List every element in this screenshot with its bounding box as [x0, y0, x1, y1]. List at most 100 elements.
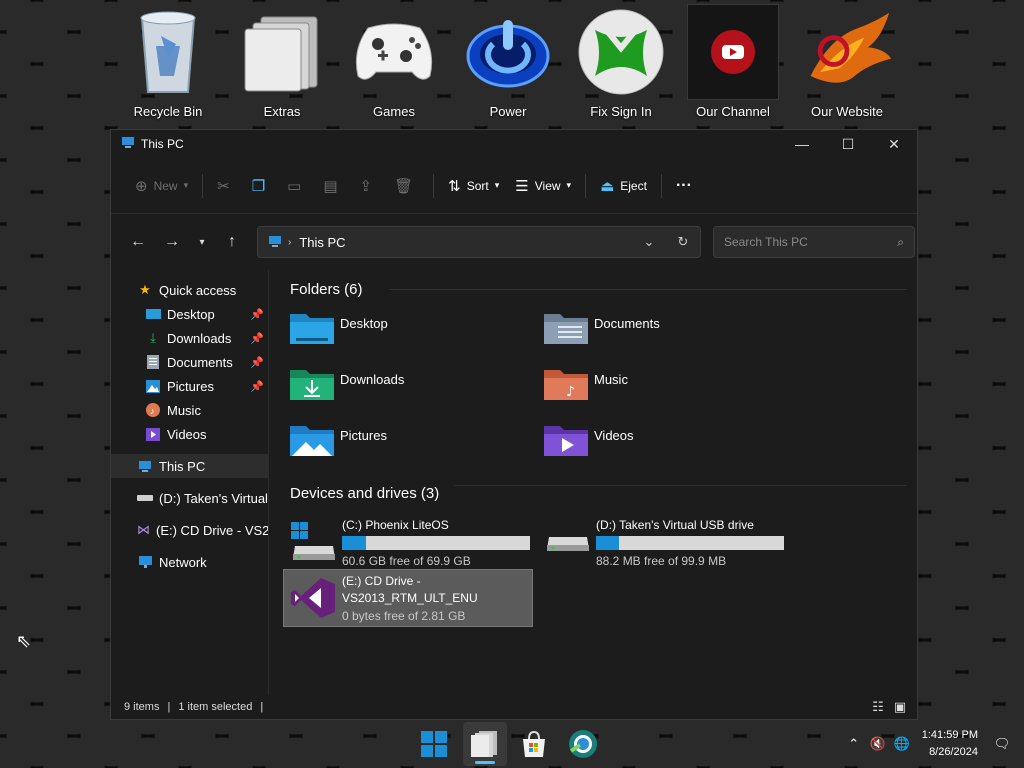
eject-label: Eject	[620, 178, 647, 193]
details-view-button[interactable]: ☷	[867, 699, 889, 715]
desktop-icon-power[interactable]: Power	[453, 4, 563, 126]
nav-label: Quick access	[159, 282, 237, 298]
divider	[454, 485, 907, 486]
folder-documents[interactable]: Documents	[544, 310, 798, 366]
star-icon: ★	[139, 282, 151, 297]
tiles-view-button[interactable]: ▣	[889, 699, 911, 715]
notifications-icon[interactable]: 🗨	[990, 736, 1014, 752]
folder-videos[interactable]: Videos	[544, 422, 798, 478]
command-bar: ⊕ New ▾ ✂ ❐ ▭ ▤ ⇪ 🗑 ⇅ Sort ▾ ☰ View ▾ ⏏ …	[111, 158, 917, 214]
arrow-right-icon: →	[164, 233, 180, 250]
gamepad-icon	[348, 4, 440, 100]
nav-downloads[interactable]: ⤓ Downloads 📌	[111, 326, 268, 350]
arrow-left-icon: ←	[130, 233, 146, 250]
network-icon	[137, 554, 153, 570]
this-pc-icon	[268, 234, 282, 251]
more-icon: ···	[675, 176, 692, 194]
taskbar-store[interactable]	[512, 722, 556, 766]
drive-free-space: 60.6 GB free of 69.9 GB	[342, 554, 471, 568]
file-explorer-window: This PC — ☐ ✕ ⊕ New ▾ ✂ ❐ ▭ ▤ ⇪ 🗑 ⇅ Sort…	[110, 129, 918, 720]
start-button[interactable]	[412, 722, 456, 766]
globe-icon[interactable]: 🌐	[890, 736, 914, 752]
desktop-icon-fix-sign-in[interactable]: Fix Sign In	[566, 4, 676, 126]
folder-pictures[interactable]: Pictures	[290, 422, 544, 478]
paste-button[interactable]: ▭	[279, 170, 315, 202]
nav-documents[interactable]: Documents 📌	[111, 350, 268, 374]
address-bar[interactable]: › This PC ⌄ ↻	[257, 226, 701, 258]
taskbar-file-explorer[interactable]	[463, 722, 507, 766]
drive-c[interactable]: (C:) Phoenix LiteOS 60.6 GB free of 69.9…	[290, 514, 544, 570]
phoenix-logo-icon	[801, 4, 893, 100]
folder-label: Music	[594, 372, 628, 387]
chevron-down-icon: ▾	[494, 180, 500, 190]
new-button[interactable]: ⊕ New ▾	[127, 170, 196, 202]
desktop-icon-our-website[interactable]: Our Website	[792, 4, 902, 126]
desktop-icon-our-channel[interactable]: Our Channel	[678, 4, 788, 126]
more-options-button[interactable]: ···	[668, 170, 700, 202]
nav-drive-d[interactable]: (D:) Taken's Virtual U	[111, 486, 268, 510]
nav-music[interactable]: ♪ Music	[111, 398, 268, 422]
nav-network[interactable]: Network	[111, 550, 268, 574]
copy-icon: ❐	[251, 177, 266, 195]
status-bar: 9 items | 1 item selected | ☷ ▣	[111, 695, 917, 719]
nav-label: (D:) Taken's Virtual U	[159, 490, 268, 506]
desktop-icon-recycle-bin[interactable]: Recycle Bin	[113, 4, 223, 126]
folder-music[interactable]: ♪ Music	[544, 366, 798, 422]
back-button[interactable]: ←	[121, 226, 155, 258]
chevron-right-icon: ›	[288, 236, 292, 248]
nav-label: Pictures	[167, 378, 214, 394]
clock[interactable]: 1:41:59 PM 8/26/2024	[922, 727, 978, 761]
folder-downloads[interactable]: Downloads	[290, 366, 544, 422]
search-input[interactable]	[724, 235, 898, 249]
drive-d[interactable]: (D:) Taken's Virtual USB drive 88.2 MB f…	[544, 514, 798, 570]
share-button[interactable]: ⇪	[352, 170, 387, 202]
view-button[interactable]: ☰ View ▾	[507, 170, 579, 202]
folder-desktop[interactable]: Desktop	[290, 310, 544, 366]
maximize-button[interactable]: ☐	[825, 130, 871, 158]
speaker-muted-icon[interactable]: 🔇	[866, 736, 890, 752]
rename-button[interactable]: ▤	[315, 170, 351, 202]
trash-icon: 🗑	[394, 177, 414, 195]
sort-icon: ⇅	[448, 177, 461, 195]
forward-button[interactable]: →	[155, 226, 189, 258]
nav-drive-e[interactable]: ⋈ (E:) CD Drive - VS20	[111, 518, 268, 542]
nav-quick-access[interactable]: ★ Quick access	[111, 278, 268, 302]
breadcrumb[interactable]: This PC	[299, 235, 345, 250]
desktop-icon-extras[interactable]: Extras	[227, 4, 337, 126]
drive-name: (E:) CD Drive -	[342, 574, 421, 588]
show-hidden-icons-button[interactable]: ⌃	[842, 736, 866, 752]
nav-label: This PC	[159, 458, 206, 474]
divider	[585, 173, 587, 198]
close-button[interactable]: ✕	[871, 130, 917, 158]
drives-grid: (C:) Phoenix LiteOS 60.6 GB free of 69.9…	[283, 514, 917, 627]
refresh-button[interactable]: ↻	[666, 234, 700, 250]
cut-button[interactable]: ✂	[209, 170, 244, 202]
nav-desktop[interactable]: Desktop 📌	[111, 302, 268, 326]
nav-pictures[interactable]: Pictures 📌	[111, 374, 268, 398]
recent-locations-button[interactable]: ▾	[189, 226, 215, 258]
copy-button[interactable]: ❐	[244, 170, 279, 202]
nav-this-pc[interactable]: This PC	[111, 454, 268, 478]
nav-videos[interactable]: Videos	[111, 422, 268, 446]
taskbar-browser[interactable]	[561, 722, 605, 766]
desktop-icon-games[interactable]: Games	[339, 4, 449, 126]
divider	[433, 173, 435, 198]
file-explorer-icon	[471, 731, 497, 757]
youtube-icon	[687, 4, 779, 100]
view-label: View	[534, 178, 561, 193]
delete-button[interactable]: 🗑	[386, 170, 427, 202]
address-history-button[interactable]: ⌄	[632, 234, 666, 250]
search-box[interactable]: ⌕	[713, 226, 915, 258]
minimize-button[interactable]: —	[779, 130, 825, 158]
usb-drive-icon	[137, 490, 153, 506]
music-icon: ♪	[145, 402, 161, 418]
sort-button[interactable]: ⇅ Sort ▾	[440, 170, 507, 202]
title-bar[interactable]: This PC — ☐ ✕	[111, 130, 917, 158]
this-pc-icon	[137, 458, 153, 474]
drive-e[interactable]: (E:) CD Drive - VS2013_RTM_ULT_ENU 0 byt…	[283, 569, 533, 627]
nav-label: Downloads	[167, 330, 232, 346]
up-button[interactable]: ↑	[215, 226, 249, 258]
search-icon: ⌕	[897, 234, 904, 249]
videos-folder-icon	[544, 422, 588, 458]
eject-button[interactable]: ⏏ Eject	[592, 170, 655, 202]
